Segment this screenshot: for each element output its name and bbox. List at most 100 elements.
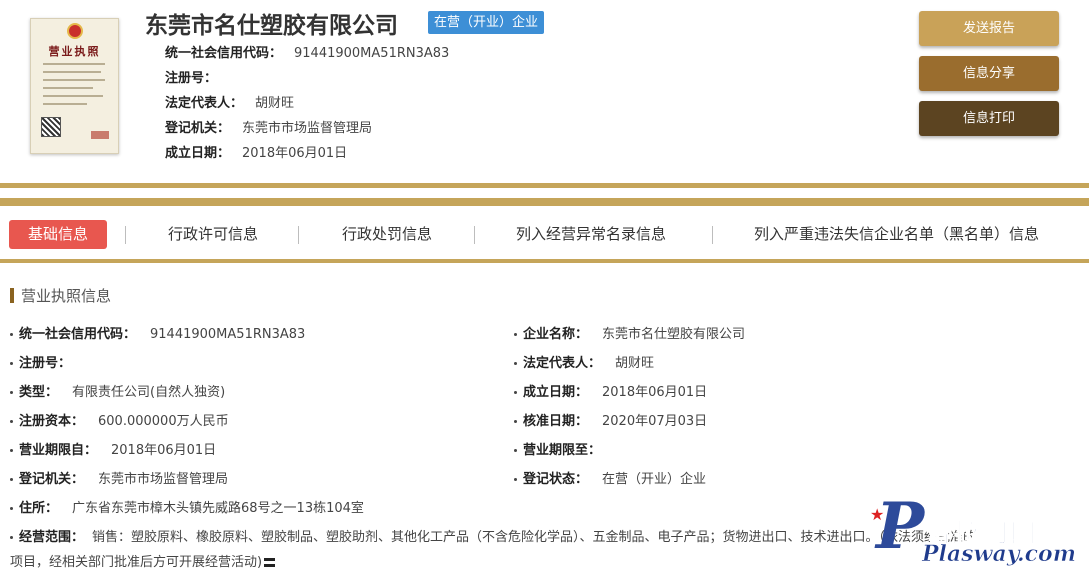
field-value: 在营（开业）企业 [602, 472, 707, 487]
credit-code-label: 统一社会信用代码： [165, 46, 283, 61]
field-label: 法定代表人： [523, 356, 602, 371]
bullet-icon [514, 449, 517, 452]
field-value: 胡财旺 [615, 356, 655, 371]
established-value: 2018年06月01日 [242, 146, 348, 161]
field-value: 有限责任公司(自然人独资) [72, 385, 226, 400]
tab-separator [298, 226, 299, 244]
field-value: 东莞市名仕塑胶有限公司 [602, 327, 746, 342]
field-label: 企业名称： [523, 327, 589, 342]
field-label: 营业期限自： [19, 443, 98, 458]
field-type: 类型： 有限责任公司(自然人独资) [10, 381, 225, 400]
field-label: 登记机关： [19, 472, 85, 487]
field-company-name: 企业名称： 东莞市名仕塑胶有限公司 [514, 323, 745, 342]
tab-separator [712, 226, 713, 244]
tab-blacklist[interactable]: 列入严重违法失信企业名单（黑名单）信息 [754, 220, 1039, 249]
bullet-icon [10, 507, 13, 510]
field-label: 注册资本： [19, 414, 85, 429]
section-marker [10, 288, 14, 303]
bullet-icon [514, 478, 517, 481]
tab-separator [125, 226, 126, 244]
field-value: 2018年06月01日 [602, 385, 708, 400]
divider [0, 259, 1089, 263]
watermark-letter: P [876, 489, 925, 564]
header-established-row: 成立日期： 2018年06月01日 [165, 142, 347, 161]
bullet-icon [10, 391, 13, 394]
field-reg-status: 登记状态： 在营（开业）企业 [514, 468, 706, 487]
field-label: 经营范围： [19, 530, 85, 545]
field-authority: 登记机关： 东莞市市场监督管理局 [10, 468, 228, 487]
qr-code-icon [41, 117, 61, 137]
bullet-icon [514, 333, 517, 336]
field-label: 营业期限至： [523, 443, 602, 458]
seal-stamp [91, 131, 109, 139]
license-text-line [43, 71, 101, 73]
header-authority-row: 登记机关： 东莞市市场监督管理局 [165, 117, 372, 136]
reg-no-label: 注册号： [165, 71, 218, 86]
tab-separator [474, 226, 475, 244]
field-value: 2020年07月03日 [602, 414, 708, 429]
header-credit-code-row: 统一社会信用代码： 91441900MA51RN3A83 [165, 42, 449, 61]
legal-rep-label: 法定代表人： [165, 96, 244, 111]
field-approval-date: 核准日期： 2020年07月03日 [514, 410, 707, 429]
field-label: 类型： [19, 385, 59, 400]
field-value: 91441900MA51RN3A83 [150, 327, 306, 342]
field-business-scope: 经营范围： 销售：塑胶原料、橡胶原料、塑胶制品、塑胶助剂、其他化工产品（不含危险化… [10, 526, 976, 545]
print-info-button[interactable]: 信息打印 [919, 101, 1059, 136]
share-info-button[interactable]: 信息分享 [919, 56, 1059, 91]
scope-line2-row: 项目，经相关部门批准后方可开展经营活动) [10, 551, 276, 570]
license-text-line [43, 79, 105, 81]
section-title: 营业执照信息 [21, 287, 112, 305]
field-label: 登记状态： [523, 472, 589, 487]
bullet-icon [514, 362, 517, 365]
company-name: 东莞市名仕塑胶有限公司 [145, 13, 398, 39]
status-badge: 在营（开业）企业 [428, 11, 545, 34]
field-reg-no: 注册号： [10, 352, 85, 371]
field-label: 成立日期： [523, 385, 589, 400]
business-license-image[interactable]: 营业执照 [30, 18, 119, 154]
field-value: 600.000000万人民币 [98, 414, 229, 429]
field-value: 2018年06月01日 [111, 443, 217, 458]
bullet-icon [10, 478, 13, 481]
field-capital: 注册资本： 600.000000万人民币 [10, 410, 229, 429]
authority-value: 东莞市市场监督管理局 [242, 121, 373, 136]
divider [0, 198, 1089, 206]
scope-end-icon [264, 558, 276, 567]
field-label: 核准日期： [523, 414, 589, 429]
send-report-button[interactable]: 发送报告 [919, 11, 1059, 46]
watermark-url: Plasway.com [922, 541, 1077, 568]
license-text-line [43, 87, 93, 89]
scope-line1: 销售：塑胶原料、橡胶原料、塑胶制品、塑胶助剂、其他化工产品（不含危险化学品）、五… [92, 530, 977, 545]
license-thumb-title: 营业执照 [48, 45, 101, 58]
divider [0, 183, 1089, 188]
credit-code-value: 91441900MA51RN3A83 [294, 46, 450, 61]
scope-line2: 项目，经相关部门批准后方可开展经营活动) [10, 555, 263, 570]
bullet-icon [10, 420, 13, 423]
field-label: 注册号： [19, 356, 72, 371]
field-value: 广东省东莞市樟木头镇先威路68号之一13栋104室 [72, 501, 364, 516]
field-credit-code: 统一社会信用代码： 91441900MA51RN3A83 [10, 323, 305, 342]
legal-rep-value: 胡财旺 [255, 96, 295, 111]
header-legal-rep-row: 法定代表人： 胡财旺 [165, 92, 294, 111]
national-emblem-icon [67, 23, 83, 39]
tab-admin-license[interactable]: 行政许可信息 [168, 220, 258, 249]
bullet-icon [10, 449, 13, 452]
field-legal-rep: 法定代表人： 胡财旺 [514, 352, 654, 371]
field-established: 成立日期： 2018年06月01日 [514, 381, 707, 400]
tab-basic-info[interactable]: 基础信息 [9, 220, 107, 249]
established-label: 成立日期： [165, 146, 231, 161]
field-value: 东莞市市场监督管理局 [98, 472, 229, 487]
tab-admin-penalty[interactable]: 行政处罚信息 [342, 220, 432, 249]
tab-abnormal-list[interactable]: 列入经营异常名录信息 [516, 220, 666, 249]
authority-label: 登记机关： [165, 121, 231, 136]
bullet-icon [10, 362, 13, 365]
field-label: 统一社会信用代码： [19, 327, 137, 342]
field-term-from: 营业期限自： 2018年06月01日 [10, 439, 216, 458]
bullet-icon [10, 333, 13, 336]
bullet-icon [10, 536, 13, 539]
header-reg-no-row: 注册号： [165, 67, 229, 86]
field-address: 住所： 广东省东莞市樟木头镇先威路68号之一13栋104室 [10, 497, 364, 516]
field-term-to: 营业期限至： [514, 439, 615, 458]
license-text-line [43, 103, 87, 105]
watermark-logo: ★ P 普拉司网 Plasway.com [866, 489, 1086, 575]
bullet-icon [514, 391, 517, 394]
